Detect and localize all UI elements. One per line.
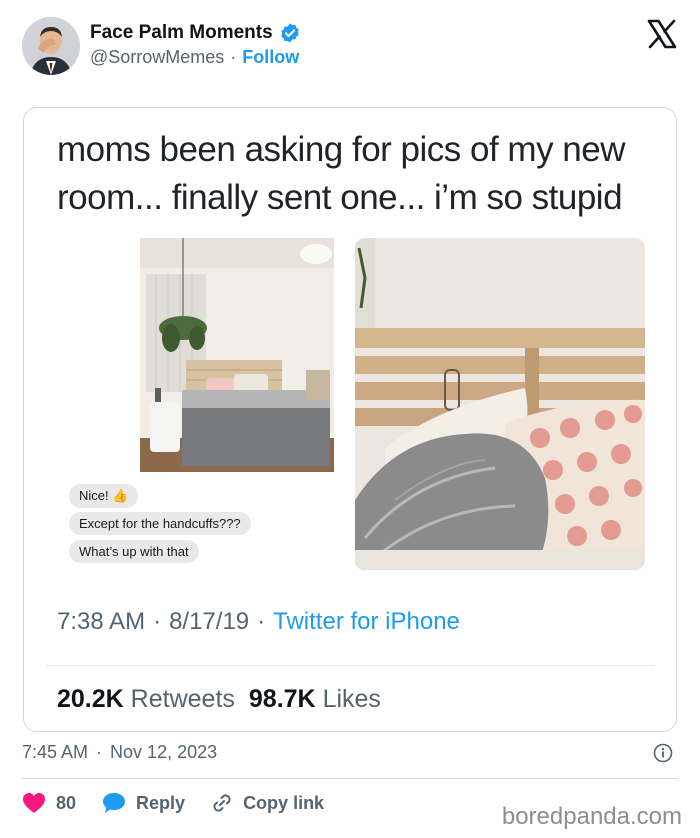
action-bar: 80 Reply Copy link	[22, 792, 324, 814]
copy-link-button[interactable]: Copy link	[211, 792, 324, 814]
reply-label: Reply	[136, 792, 186, 813]
embedded-tweet-card[interactable]: moms been asking for pics of my new room…	[23, 107, 677, 732]
message-bubble: What’s up with that	[69, 540, 199, 563]
like-button[interactable]: 80	[22, 792, 76, 814]
heart-icon	[23, 793, 45, 813]
link-icon	[213, 794, 231, 812]
divider	[22, 778, 678, 779]
separator-dot: ·	[230, 47, 237, 67]
embedded-tweet-text: moms been asking for pics of my new room…	[57, 130, 626, 217]
separator-dot: ·	[96, 742, 103, 762]
person-facepalm-avatar-icon	[22, 17, 80, 75]
bed-closeup-image	[355, 238, 645, 570]
avatar[interactable]	[22, 17, 80, 75]
verified-badge-icon	[280, 23, 299, 43]
watermark: boredpanda.com	[501, 803, 682, 830]
embedded-tweet-time: 7:38 AM	[57, 608, 146, 635]
post-time[interactable]: 7:45 AM	[22, 742, 88, 763]
separator-dot: ·	[153, 608, 162, 635]
room-photo-text-thread[interactable]: Nice! 👍 Except for the handcuffs??? What…	[56, 238, 346, 570]
divider	[46, 665, 654, 666]
info-icon[interactable]	[653, 743, 673, 763]
embedded-tweet-source: Twitter for iPhone	[273, 608, 460, 635]
embedded-tweet-date: 8/17/19	[169, 608, 250, 635]
reply-button[interactable]: Reply	[102, 792, 185, 814]
like-count: 80	[56, 792, 77, 813]
retweets-label: Retweets	[130, 685, 235, 713]
follow-button[interactable]: Follow	[242, 47, 299, 68]
likes-label: Likes	[322, 685, 381, 713]
retweets-count: 20.2K	[57, 685, 124, 713]
speech-bubble-icon	[103, 793, 126, 813]
post-date[interactable]: Nov 12, 2023	[110, 742, 217, 763]
likes-count: 98.7K	[248, 685, 316, 713]
bed-closeup-photo[interactable]	[355, 238, 645, 570]
display-name[interactable]: Face Palm Moments	[90, 22, 273, 44]
embedded-tweet-meta: 7:38 AM · 8/17/19 · Twitter for iPhone	[57, 608, 460, 636]
handle[interactable]: @SorrowMemes	[90, 47, 224, 68]
copy-link-label: Copy link	[243, 792, 325, 813]
post-timestamp[interactable]: 7:45 AM · Nov 12, 2023	[22, 742, 217, 763]
message-bubble: Nice! 👍	[69, 484, 139, 508]
message-bubble: Except for the handcuffs???	[69, 512, 251, 535]
x-logo-icon[interactable]	[646, 18, 678, 50]
embedded-tweet-stats: 20.2K Retweets 98.7K Likes	[57, 685, 381, 714]
separator-dot: ·	[257, 608, 266, 635]
